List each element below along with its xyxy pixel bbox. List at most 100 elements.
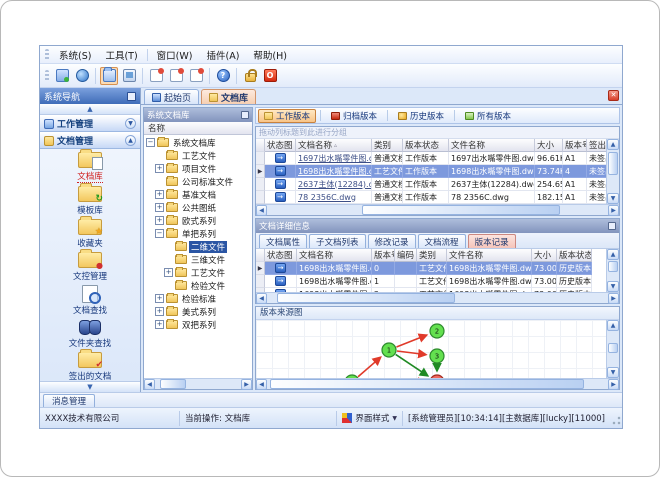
- scroll-track[interactable]: [155, 379, 241, 389]
- tree-column-header[interactable]: 名称: [144, 122, 252, 135]
- scroll-track[interactable]: [267, 379, 608, 389]
- tree-node-公共图纸[interactable]: + 公共图纸: [144, 201, 252, 214]
- doc-grid-column-版本号[interactable]: 版本号: [563, 139, 587, 152]
- table-row[interactable]: ▶→1698出水嘴零件图.dwg工艺文件工作版本1698出水嘴零件图.dwg73…: [256, 165, 606, 178]
- toolbar-button-computer[interactable]: [120, 67, 138, 85]
- tree-node-二维文件[interactable]: 二维文件: [144, 240, 252, 253]
- scroll-down-icon[interactable]: ▼: [607, 193, 619, 204]
- scroll-track[interactable]: [607, 150, 619, 193]
- close-tab-icon[interactable]: ✕: [608, 90, 619, 101]
- doc-grid-column-类别[interactable]: 类别: [372, 139, 403, 152]
- table-row[interactable]: →2637主体(12284).dwg普通文档工作版本2637主体(12284).…: [256, 178, 606, 191]
- scroll-track[interactable]: [607, 260, 619, 281]
- tree-node-美式系列[interactable]: + 美式系列: [144, 305, 252, 318]
- tree-node-工艺文件[interactable]: + 工艺文件: [144, 266, 252, 279]
- tab-message-management[interactable]: 消息管理: [43, 394, 96, 407]
- chevron-up-icon[interactable]: ▲: [125, 135, 136, 146]
- cell-文档名称[interactable]: 1698出水嘴零件图.dwg: [296, 165, 372, 178]
- scroll-up-icon[interactable]: ▲: [607, 320, 619, 331]
- button-所有版本[interactable]: 所有版本: [459, 109, 517, 123]
- collapse-icon[interactable]: −: [155, 229, 164, 238]
- scroll-up-icon[interactable]: ▲: [607, 139, 619, 150]
- tree-node-三维文件[interactable]: 三维文件: [144, 253, 252, 266]
- menu-item-3[interactable]: 窗口(W): [150, 47, 200, 63]
- resize-grip[interactable]: [610, 410, 622, 426]
- toolbar-button-screen-share[interactable]: [53, 67, 71, 85]
- expand-icon[interactable]: +: [155, 307, 164, 316]
- expand-icon[interactable]: +: [164, 268, 173, 277]
- button-归档版本[interactable]: 归档版本: [325, 109, 383, 123]
- detail-tab-子文档列表[interactable]: 子文档列表: [309, 234, 366, 248]
- expand-icon[interactable]: +: [155, 164, 164, 173]
- version-source-graph[interactable]: 01234: [256, 320, 606, 378]
- chevron-down-icon[interactable]: ▼: [125, 118, 136, 129]
- collapse-icon[interactable]: [608, 222, 616, 230]
- toolbar-button-mail-delete[interactable]: [187, 67, 205, 85]
- version-grid-column-版本状态[interactable]: 版本状态: [557, 249, 592, 262]
- scroll-left-icon[interactable]: ◀: [256, 379, 267, 390]
- version-grid-column-编码[interactable]: 编码: [395, 249, 417, 262]
- detail-tab-版本记录[interactable]: 版本记录: [467, 234, 516, 248]
- scroll-right-icon[interactable]: ▶: [241, 379, 252, 390]
- button-工作版本[interactable]: 工作版本: [258, 108, 317, 123]
- sidebar-item-文档库[interactable]: 文档库: [40, 149, 140, 183]
- scroll-thumb[interactable]: [608, 261, 618, 272]
- sidebar-item-文档查找[interactable]: 文档查找: [40, 285, 140, 316]
- scroll-down-icon[interactable]: ▼: [607, 281, 619, 292]
- version-grid-hscrollbar[interactable]: ◀ ▶: [256, 292, 619, 304]
- expand-icon[interactable]: +: [155, 190, 164, 199]
- document-grid-vscrollbar[interactable]: ▲ ▼: [606, 139, 619, 204]
- scroll-track[interactable]: [267, 205, 608, 215]
- tree-node-项目文件[interactable]: + 项目文件: [144, 162, 252, 175]
- sidebar-item-文控管理[interactable]: 文控管理: [40, 249, 140, 282]
- version-grid-vscrollbar[interactable]: ▲ ▼: [606, 249, 619, 292]
- sidebar-item-文件夹查找[interactable]: 文件夹查找: [40, 319, 140, 349]
- collapse-icon[interactable]: −: [146, 138, 155, 147]
- doc-grid-column-文档名称[interactable]: 文档名称 ▵: [296, 139, 372, 152]
- sidebar-scroll-down-button[interactable]: ▼: [40, 381, 140, 392]
- sidebar-item-收藏夹[interactable]: 收藏夹: [40, 216, 140, 249]
- table-row[interactable]: → 78 2356C.dwg 普通文档工作版本 78 2356C.dwg 182.15K…: [256, 191, 606, 204]
- detail-tab-文档流程[interactable]: 文档流程: [417, 234, 466, 248]
- toolbar-grip[interactable]: [45, 69, 49, 82]
- toolbar-button-mail[interactable]: [147, 67, 165, 85]
- tab-文档库[interactable]: 文档库: [201, 89, 257, 104]
- tree-node-检验标准[interactable]: + 检验标准: [144, 292, 252, 305]
- cell-文档名称[interactable]: 78 2356C.dwg: [296, 191, 372, 204]
- tab-起始页[interactable]: 起始页: [144, 89, 200, 104]
- scroll-left-icon[interactable]: ◀: [256, 293, 267, 304]
- version-grid-column-版本号[interactable]: 版本号: [372, 249, 395, 262]
- menu-grip[interactable]: [45, 48, 49, 61]
- version-grid-column-类别[interactable]: 类别: [417, 249, 447, 262]
- scroll-down-icon[interactable]: ▼: [607, 367, 619, 378]
- scroll-track[interactable]: [267, 293, 608, 303]
- scroll-thumb[interactable]: [362, 205, 561, 215]
- document-grid-hscrollbar[interactable]: ◀ ▶: [256, 204, 619, 216]
- scroll-thumb[interactable]: [608, 343, 618, 353]
- graph-hscrollbar[interactable]: ◀ ▶: [256, 378, 619, 390]
- scroll-right-icon[interactable]: ▶: [608, 205, 619, 216]
- doc-grid-column-大小[interactable]: 大小: [535, 139, 563, 152]
- sidebar-scroll-up-button[interactable]: ▲: [40, 104, 140, 115]
- cell-文档名称[interactable]: 1697出水嘴零件图.dwg: [296, 152, 372, 165]
- scroll-thumb[interactable]: [160, 379, 186, 389]
- toolbar-button-folder-window[interactable]: [100, 66, 118, 85]
- toolbar-button-help[interactable]: ?: [214, 67, 232, 85]
- detail-tab-文档属性[interactable]: 文档属性: [259, 234, 308, 248]
- version-grid-column-文件名称[interactable]: 文件名称: [447, 249, 532, 262]
- menu-item-4[interactable]: 插件(A): [199, 47, 246, 63]
- table-row[interactable]: ▶→1698出水嘴零件图.dwg0工艺文件1698出水嘴零件图.dwg73.00…: [256, 262, 606, 275]
- sidebar-group-work-management[interactable]: 工作管理 ▼: [40, 115, 140, 132]
- doc-grid-column-文件名称[interactable]: 文件名称: [449, 139, 535, 152]
- scroll-thumb[interactable]: [608, 151, 618, 176]
- table-row[interactable]: →1697出水嘴零件图.dwg普通文档工作版本1697出水嘴零件图.dwg96.…: [256, 152, 606, 165]
- doc-grid-column-版本状态[interactable]: 版本状态: [403, 139, 449, 152]
- scroll-thumb[interactable]: [277, 293, 455, 303]
- tree-node-欧式系列[interactable]: + 欧式系列: [144, 214, 252, 227]
- doc-grid-column-签出状态[interactable]: 签出状态: [587, 139, 606, 152]
- expand-icon[interactable]: +: [155, 216, 164, 225]
- sidebar-item-模板库[interactable]: 模板库: [40, 183, 140, 216]
- graph-vscrollbar[interactable]: ▲ ▼: [606, 320, 619, 378]
- sidebar-item-签出的文档[interactable]: 签出的文档: [40, 349, 140, 381]
- toolbar-button-lock[interactable]: [241, 67, 259, 85]
